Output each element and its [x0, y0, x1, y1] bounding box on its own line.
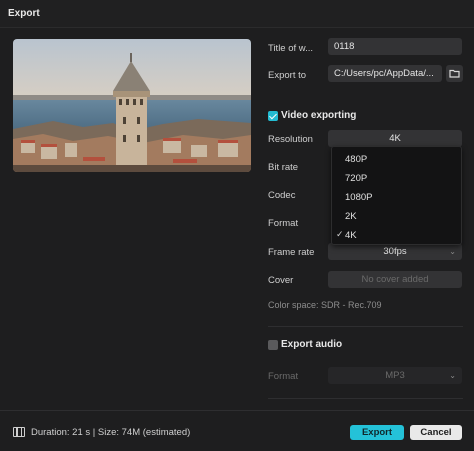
framerate-select[interactable]: 30fps ⌄	[328, 243, 462, 260]
resolution-value: 4K	[389, 133, 401, 144]
chevron-down-icon: ⌄	[449, 247, 456, 256]
resolution-option-1080p[interactable]: 1080P	[332, 188, 461, 207]
checkmark-icon: ✓	[336, 229, 344, 239]
title-input[interactable]: 0118	[328, 38, 462, 55]
cover-value: No cover added	[361, 274, 429, 285]
chevron-down-icon: ⌄	[449, 371, 456, 380]
framerate-label: Frame rate	[268, 247, 315, 258]
dialog-titlebar: Export	[0, 0, 474, 28]
duration-size-info: Duration: 21 s | Size: 74M (estimated)	[31, 427, 191, 438]
resolution-option-720p[interactable]: 720P	[332, 169, 461, 188]
cover-select[interactable]: No cover added	[328, 271, 462, 288]
resolution-select[interactable]: 4K	[328, 130, 462, 147]
resolution-dropdown-menu: 480P 720P 1080P 2K ✓ 4K	[331, 146, 462, 245]
audio-section-title: Export audio	[281, 339, 343, 350]
codec-label: Codec	[268, 190, 296, 201]
video-export-checkbox[interactable]	[268, 111, 278, 121]
export-path-input[interactable]: C:/Users/pc/AppData/...	[328, 65, 442, 82]
browse-folder-button[interactable]	[446, 65, 463, 82]
dialog-title: Export	[8, 8, 40, 19]
resolution-label: Resolution	[268, 134, 313, 145]
video-section-title: Video exporting	[281, 110, 357, 121]
dialog-footer: Duration: 21 s | Size: 74M (estimated) E…	[0, 410, 474, 451]
format-label: Format	[268, 218, 299, 229]
section-divider	[268, 398, 463, 399]
section-divider	[268, 326, 463, 327]
color-space-info: Color space: SDR - Rec.709	[268, 300, 382, 310]
video-preview-thumbnail	[13, 39, 251, 172]
bitrate-label: Bit rate	[268, 162, 299, 173]
audio-format-label: Format	[268, 371, 299, 382]
audio-export-checkbox[interactable]	[268, 340, 278, 350]
resolution-option-480p[interactable]: 480P	[332, 150, 461, 169]
preview-image	[13, 39, 251, 172]
export-button[interactable]: Export	[350, 425, 404, 440]
framerate-value: 30fps	[383, 246, 407, 257]
audio-format-select[interactable]: MP3 ⌄	[328, 367, 462, 384]
cancel-button[interactable]: Cancel	[410, 425, 462, 440]
audio-format-value: MP3	[385, 370, 405, 381]
resolution-option-2k[interactable]: 2K	[332, 207, 461, 226]
cover-label: Cover	[268, 275, 294, 286]
folder-icon	[449, 69, 460, 78]
film-icon	[13, 427, 25, 437]
export-to-label: Export to	[268, 70, 307, 81]
resolution-option-4k[interactable]: ✓ 4K	[332, 226, 461, 245]
title-label: Title of w...	[268, 43, 314, 54]
